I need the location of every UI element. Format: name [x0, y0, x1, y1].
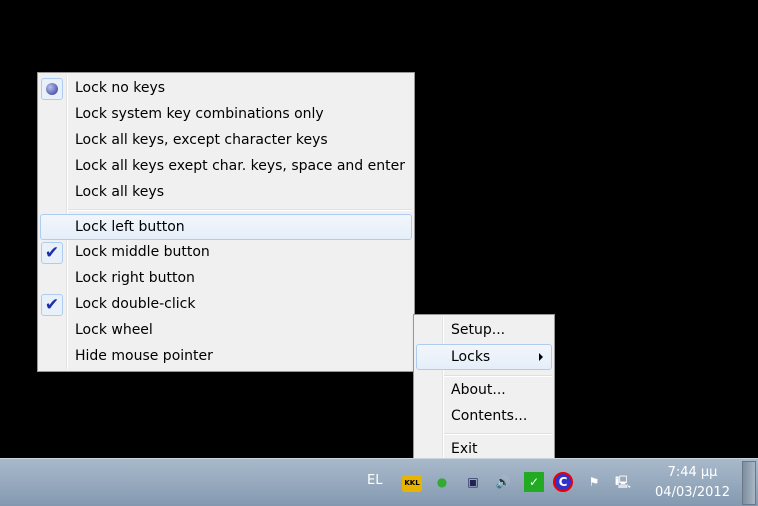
kkl-lock-icon[interactable]: KKL	[402, 475, 422, 492]
menu-item-locks[interactable]: Locks	[416, 344, 552, 370]
menu-item-lock-except-char[interactable]: Lock all keys, except character keys	[40, 129, 412, 153]
network-icon[interactable]: 🖳	[613, 472, 633, 492]
clock[interactable]: 7:44 μμ 04/03/2012	[645, 463, 740, 503]
usb-device-icon[interactable]: ●	[432, 472, 452, 492]
checkmark-icon: ✔	[41, 294, 63, 316]
action-center-flag-icon[interactable]: ⚑	[584, 472, 604, 492]
speaker-icon[interactable]: 🔊	[493, 472, 513, 492]
menu-item-lock-middle-button[interactable]: ✔ Lock middle button	[40, 241, 412, 265]
checkmark-icon: ✔	[41, 242, 63, 264]
menu-item-lock-right-button[interactable]: Lock right button	[40, 267, 412, 291]
green-check-icon[interactable]: ✓	[524, 472, 544, 492]
locks-submenu: Lock no keys Lock system key combination…	[37, 72, 415, 372]
network-computer-icon[interactable]: ▣	[463, 472, 483, 492]
menu-item-lock-all-keys[interactable]: Lock all keys	[40, 181, 412, 205]
submenu-arrow-icon	[539, 353, 543, 361]
menu-item-lock-double-click[interactable]: ✔ Lock double-click	[40, 293, 412, 317]
clock-date: 04/03/2012	[655, 485, 730, 500]
menu-item-lock-system-keys[interactable]: Lock system key combinations only	[40, 103, 412, 127]
separator	[68, 209, 412, 211]
menu-item-setup[interactable]: Setup...	[416, 319, 552, 343]
radio-selected-icon	[41, 78, 63, 100]
taskbar: EL KKL ● ▣ 🔊 ✓ C ⚑ 🖳 7:44 μμ 04/03/2012	[0, 458, 758, 506]
show-desktop-button[interactable]	[742, 461, 756, 505]
language-indicator[interactable]: EL	[367, 473, 382, 488]
separator	[444, 375, 552, 377]
menu-item-lock-wheel[interactable]: Lock wheel	[40, 319, 412, 343]
menu-item-lock-left-button[interactable]: Lock left button	[40, 214, 412, 240]
c-logo-icon[interactable]: C	[553, 472, 573, 492]
menu-item-lock-except-char-space-enter[interactable]: Lock all keys exept char. keys, space an…	[40, 155, 412, 179]
tray-context-menu: Setup... Locks About... Contents... Exit	[413, 314, 555, 466]
menu-item-contents[interactable]: Contents...	[416, 405, 552, 429]
menu-item-about[interactable]: About...	[416, 379, 552, 403]
separator	[444, 433, 552, 435]
menu-item-lock-no-keys[interactable]: Lock no keys	[40, 77, 412, 101]
menu-item-hide-mouse-pointer[interactable]: Hide mouse pointer	[40, 345, 412, 369]
clock-time: 7:44 μμ	[667, 465, 718, 480]
